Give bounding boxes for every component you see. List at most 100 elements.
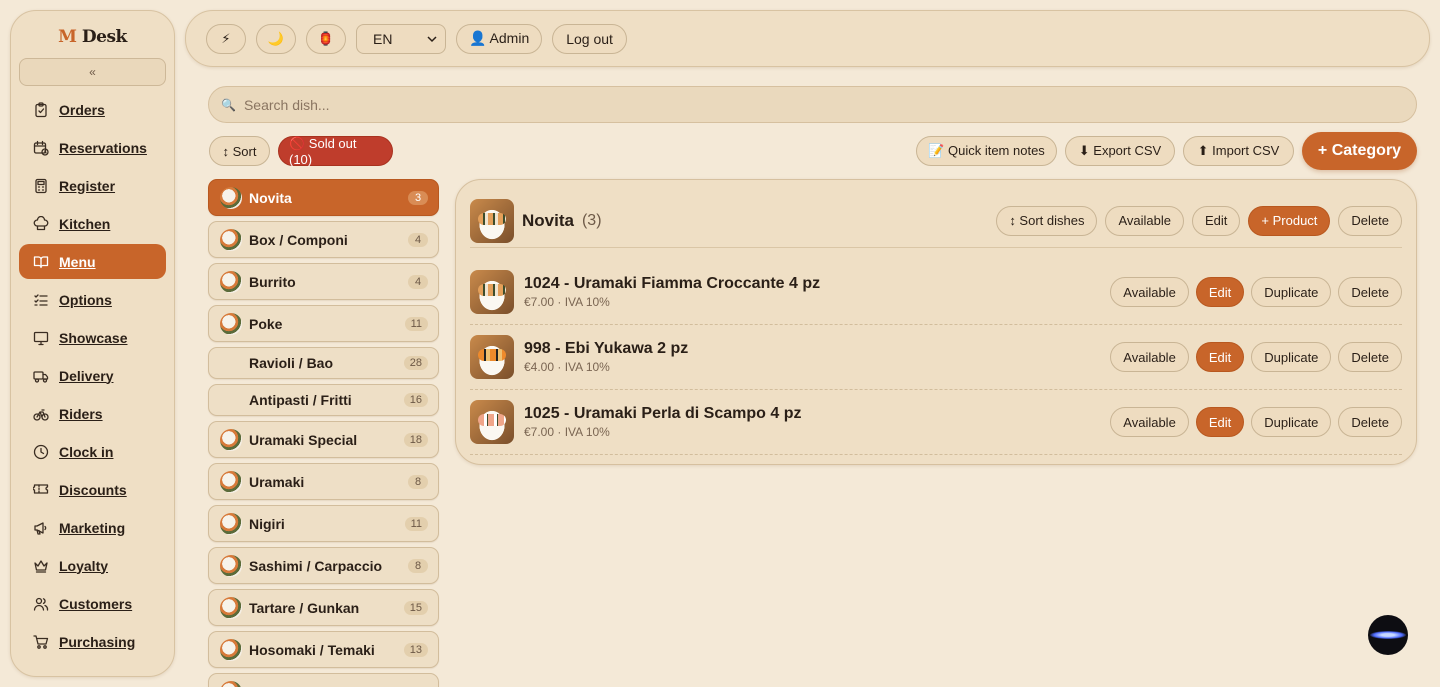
sort-categories-button[interactable]: ↕ Sort <box>209 136 270 166</box>
app-logo: M Desk <box>11 27 174 47</box>
search-placeholder: Search dish... <box>243 96 330 113</box>
category-name: Hosomaki / Temaki <box>249 641 375 658</box>
category-name: Poke <box>249 315 283 332</box>
sidebar-item-label: Marketing <box>59 519 126 536</box>
lightning-icon: ⚡ <box>221 30 231 46</box>
category-item[interactable]: Box / Componi 4 <box>208 221 439 258</box>
sidebar-item-label: Register <box>59 177 116 194</box>
add-product-button[interactable]: + Product <box>1248 205 1331 236</box>
sidebar-item-label: Options <box>59 291 112 308</box>
category-item[interactable]: Burrito 4 <box>208 263 439 300</box>
product-actions: Available Edit Duplicate Delete <box>1110 407 1402 437</box>
sidebar-item-menu[interactable]: Menu <box>19 244 166 279</box>
users-icon <box>32 595 49 612</box>
category-edit-button[interactable]: Edit <box>1192 205 1241 236</box>
category-name: Uramaki Special <box>249 431 358 448</box>
sidebar-item-options[interactable]: Options <box>19 282 166 317</box>
category-item[interactable]: Ravioli / Bao 28 <box>208 347 439 379</box>
book-open-icon <box>32 253 49 270</box>
sidebar-item-clock-in[interactable]: Clock in <box>19 434 166 469</box>
sidebar-item-delivery[interactable]: Delivery <box>19 358 166 393</box>
category-count-badge: 4 <box>408 274 428 289</box>
product-duplicate-button[interactable]: Duplicate <box>1251 342 1332 372</box>
product-available-button[interactable]: Available <box>1110 407 1189 437</box>
category-count-badge: 28 <box>403 356 428 370</box>
product-price: €4.00 · IVA 10% <box>524 360 610 374</box>
category-thumbnail <box>220 512 242 535</box>
dark-mode-button[interactable]: 🌙 <box>256 23 296 54</box>
category-thumbnail <box>220 680 242 687</box>
category-thumbnail <box>220 428 242 451</box>
category-count-badge: 18 <box>403 432 428 447</box>
quick-item-notes-button[interactable]: 📝 Quick item notes <box>916 136 1057 166</box>
product-available-button[interactable]: Available <box>1110 342 1189 372</box>
category-name: Nigiri <box>249 515 285 532</box>
category-item[interactable]: Antipasti / Fritti 16 <box>208 384 439 416</box>
sidebar-item-loyalty[interactable]: Loyalty <box>19 548 166 583</box>
product-image <box>470 400 514 444</box>
category-available-button[interactable]: Available <box>1105 205 1184 236</box>
product-edit-button[interactable]: Edit <box>1195 407 1245 437</box>
sidebar-item-register[interactable]: Register <box>19 168 166 203</box>
product-duplicate-button[interactable]: Duplicate <box>1251 407 1332 437</box>
collapse-sidebar-button[interactable]: « <box>19 58 166 86</box>
sidebar-item-riders[interactable]: Riders <box>19 396 166 431</box>
product-name: 998 - Ebi Yukawa 2 pz <box>524 340 689 357</box>
product-actions: Available Edit Duplicate Delete <box>1110 342 1402 372</box>
sidebar-nav: Orders Reservations Register Kitchen Menu Opt… <box>11 92 174 659</box>
import-csv-button[interactable]: ⬆ Import CSV <box>1183 136 1294 166</box>
sort-dishes-button[interactable]: ↕ Sort dishes <box>996 205 1098 236</box>
sidebar-item-discounts[interactable]: Discounts <box>19 472 166 507</box>
product-delete-button[interactable]: Delete <box>1338 277 1402 307</box>
sidebar-item-orders[interactable]: Orders <box>19 92 166 127</box>
product-edit-button[interactable]: Edit <box>1195 342 1245 372</box>
product-duplicate-button[interactable]: Duplicate <box>1251 277 1332 307</box>
sidebar-item-label: Riders <box>59 405 103 422</box>
category-thumbnail <box>220 554 242 577</box>
sidebar-item-marketing[interactable]: Marketing <box>19 510 166 545</box>
category-item[interactable]: Uramaki 8 <box>208 463 439 500</box>
sidebar-item-purchasing[interactable]: Purchasing <box>19 624 166 659</box>
voice-assistant-button[interactable] <box>1368 615 1408 655</box>
category-item[interactable]: Novita 3 <box>208 179 439 216</box>
category-item[interactable]: Hosomaki / Temaki 13 <box>208 631 439 668</box>
export-csv-button[interactable]: ⬇ Export CSV <box>1065 136 1175 166</box>
add-category-button[interactable]: + Category <box>1302 132 1417 170</box>
sidebar-item-showcase[interactable]: Showcase <box>19 320 166 355</box>
calculator-icon <box>32 177 49 194</box>
quick-mode-button[interactable]: ⚡ <box>206 23 246 54</box>
search-input[interactable]: 🔍 Search dish... <box>208 86 1417 123</box>
category-item[interactable]: Uramaki Special 18 <box>208 421 439 458</box>
admin-button[interactable]: 👤 Admin <box>456 23 543 54</box>
sidebar-item-label: Orders <box>59 101 105 118</box>
category-item[interactable]: Nigiri 11 <box>208 505 439 542</box>
category-delete-button[interactable]: Delete <box>1338 205 1402 236</box>
sold-out-button[interactable]: 🚫 Sold out (10) <box>278 136 393 167</box>
category-item[interactable]: Poke 11 <box>208 305 439 342</box>
theme-button[interactable]: 🏮 <box>306 23 346 54</box>
product-price: €7.00 · IVA 10% <box>524 425 610 439</box>
product-delete-button[interactable]: Delete <box>1338 342 1402 372</box>
product-available-button[interactable]: Available <box>1110 277 1189 307</box>
list-checks-icon <box>32 291 49 308</box>
clipboard-icon <box>32 101 49 118</box>
sidebar-item-customers[interactable]: Customers <box>19 586 166 621</box>
category-item[interactable]: Sashimi / Carpaccio 8 <box>208 547 439 584</box>
sidebar-item-kitchen[interactable]: Kitchen <box>19 206 166 241</box>
product-delete-button[interactable]: Delete <box>1338 407 1402 437</box>
sidebar-item-reservations[interactable]: Reservations <box>19 130 166 165</box>
logout-button[interactable]: Log out <box>552 23 627 54</box>
language-select[interactable]: EN <box>356 23 446 54</box>
category-header: Novita (3) ↕ Sort dishes Available Edit … <box>470 194 1402 248</box>
category-item[interactable] <box>208 673 439 687</box>
category-item[interactable]: Tartare / Gunkan 15 <box>208 589 439 626</box>
category-thumbnail <box>220 389 242 411</box>
category-count: (3) <box>581 211 602 229</box>
logo-text: Desk <box>81 27 127 47</box>
category-name: Uramaki <box>249 473 305 490</box>
product-actions: Available Edit Duplicate Delete <box>1110 277 1402 307</box>
top-bar: ⚡ 🌙 🏮 EN 👤 Admin Log out <box>185 10 1430 67</box>
product-name: 1025 - Uramaki Perla di Scampo 4 pz <box>524 405 802 422</box>
product-edit-button[interactable]: Edit <box>1195 277 1245 307</box>
category-list: Novita 3 Box / Componi 4 Burrito 4 Poke 11 Ravio… <box>208 179 439 687</box>
